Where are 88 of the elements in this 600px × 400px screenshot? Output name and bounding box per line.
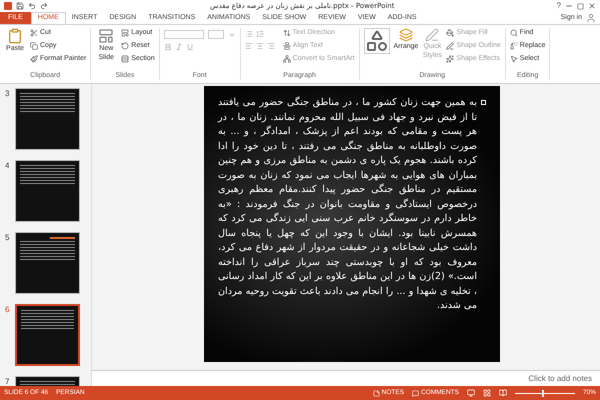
slide-thumbnail[interactable]	[15, 304, 80, 366]
align-center-icon[interactable]	[256, 42, 264, 50]
user-icon[interactable]	[586, 13, 596, 23]
thumbnail-text-line	[20, 177, 75, 178]
thumbnail-text-line	[20, 165, 75, 166]
copy-icon	[30, 42, 38, 50]
thumbnail-text-line	[20, 244, 75, 245]
thumbnail-text-line	[21, 319, 74, 320]
clipboard-icon	[7, 28, 23, 44]
thumbnail-text-line	[20, 102, 75, 103]
text-direction-icon	[282, 29, 291, 37]
thumbnail-text-line	[20, 183, 75, 184]
smartart-icon	[282, 55, 291, 63]
thumbnail-text-line	[20, 247, 75, 248]
font-size-field[interactable]	[208, 30, 224, 39]
thumbnail-text-line	[21, 316, 74, 317]
replace-icon	[510, 42, 518, 50]
zoom-thumb[interactable]	[542, 390, 544, 396]
thumbnail-text-line	[20, 111, 75, 112]
slide-number: 6	[5, 304, 10, 316]
align-left-icon[interactable]	[244, 42, 253, 50]
slide-icon	[98, 28, 114, 44]
search-icon	[510, 29, 518, 37]
thumbnail-text-line	[20, 253, 75, 254]
thumbnail-text-line	[21, 310, 74, 311]
thumbnail-title-line	[50, 237, 75, 239]
section-icon	[121, 55, 130, 63]
notes-placeholder: Click to add notes	[528, 372, 592, 384]
thumbnail-text-line	[20, 256, 75, 257]
thumbnail-text-line	[20, 250, 75, 251]
thumbnail-text-line	[20, 241, 75, 242]
thumbnail-text-line	[20, 259, 75, 260]
slide-body-text: به همین جهت زنان کشور ما ، در مناطق جنگی حضور می یافتند تا از فیض نبرد و جهاد فی سبیل الله محروم نمانند. زنان ما ، در هر پست و مقامی که بودند اعم از پزشک ، امدادگر ، و ... به صورت داوطلبانه به مناطق جنگی می رفتند ، تا دین خود را ادا کرده باشند. هجوم یک پاره ی دشمن به مناطق مرزی و هم چنین بمباران های هوایی به شهرها ایجاب می نمود که زنان به صورت مستقیم در مناطق جنگی حضور پیدا کنند.مقام معظم رهبری درخصوص ایستادگی و مقاومت بانوان در جنگ فرمودند : «به خاطر دارم در سوسنگرد خانم عرب سنی ایی زندگی می کرد که همسرش نابینا بود. ایشان با وجود این که چهل یا پنجاه سال داشت خیلی شجاعانه و در حقیقت مردوار از شهر دفاع می کرد، معروف بود که او با چوبدستی چند سرباز عراقی را انداخته است.» (2)زن ها در این مناطق علاوه بر این که کار امداد رسانی ، تخلیه ی شهدا و ... را انجام می دادند باعث تقویت روحیه مردان می شدند.	[218, 96, 477, 313]
slide-number: 3	[5, 88, 10, 100]
align-right-icon[interactable]	[266, 42, 275, 50]
undo-icon[interactable]	[28, 2, 36, 10]
slide-number: 7	[5, 376, 10, 386]
thumbnail-text-line	[21, 313, 74, 314]
thumbnail-text-line	[21, 328, 74, 329]
grid-view-icon[interactable]	[482, 389, 491, 397]
underline-icon[interactable]	[186, 43, 194, 51]
scissors-icon	[30, 29, 38, 37]
paint-bucket-icon	[446, 29, 454, 37]
italic-icon[interactable]	[174, 43, 183, 51]
comment-icon	[412, 390, 420, 396]
paintbrush-icon	[30, 55, 38, 63]
bullets-icon[interactable]	[244, 30, 253, 38]
bullet-icon	[481, 100, 486, 105]
numbering-icon[interactable]	[256, 30, 264, 38]
slide-number: 4	[5, 160, 10, 172]
bold-icon[interactable]	[164, 43, 172, 51]
close-icon[interactable]	[588, 2, 596, 10]
thumbnail-text-line	[20, 105, 75, 106]
thumbnail-text-line	[20, 168, 75, 169]
thumbnail-text-line	[20, 108, 75, 109]
normal-view-icon[interactable]	[466, 389, 475, 397]
help-button[interactable]: ?	[556, 0, 561, 12]
thumbnail-text-line	[20, 180, 75, 181]
thumbnail-text-line	[20, 174, 75, 175]
slide-thumbnail[interactable]	[15, 160, 80, 222]
align-icon	[282, 42, 291, 50]
slide-thumbnail[interactable]	[15, 232, 80, 294]
thumbnail-text-line	[20, 93, 75, 94]
pen-icon	[446, 42, 454, 50]
thumbnail-text-line	[20, 99, 75, 100]
reset-icon	[121, 42, 130, 50]
reading-view-icon[interactable]	[498, 389, 507, 397]
sparkle-icon	[446, 55, 454, 63]
font-name-field[interactable]	[164, 30, 204, 39]
notes-icon	[372, 390, 380, 396]
slide-number: 5	[5, 232, 10, 244]
quick-styles-icon	[425, 28, 440, 42]
thumbnail-text-line	[20, 381, 75, 382]
notes-pane[interactable]: Click to add notes	[92, 370, 600, 386]
thumbnail-text-line	[20, 96, 75, 97]
maximize-icon[interactable]	[577, 2, 584, 10]
slide-thumbnail[interactable]	[15, 88, 80, 150]
shapes-gallery-icon[interactable]	[364, 28, 390, 54]
app-logo-icon	[4, 2, 12, 10]
redo-icon[interactable]	[40, 2, 48, 10]
thumbnail-text-line	[20, 384, 75, 385]
layout-icon	[121, 29, 130, 37]
cursor-icon	[510, 55, 518, 63]
thumbnail-text-line	[20, 171, 75, 172]
arrange-icon	[398, 28, 413, 42]
thumbnail-text-line	[21, 325, 74, 326]
thumbnail-text-line	[21, 322, 74, 323]
save-icon[interactable]	[16, 2, 24, 10]
